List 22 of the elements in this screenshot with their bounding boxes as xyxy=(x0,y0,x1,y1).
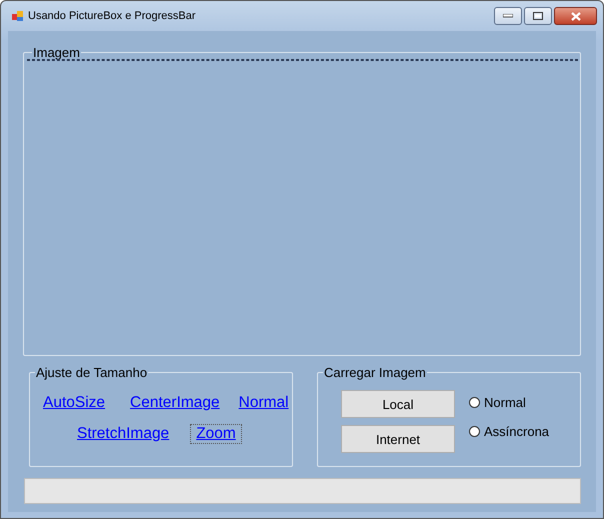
minimize-icon xyxy=(503,14,513,18)
link[interactable]: Normal xyxy=(232,393,295,413)
radio-button[interactable] xyxy=(469,397,480,408)
link[interactable]: StretchImage xyxy=(71,424,176,444)
load-button[interactable]: Internet xyxy=(341,425,455,453)
group-title: Imagem xyxy=(32,45,81,60)
close-button[interactable] xyxy=(554,7,597,25)
group-title: Carregar Imagem xyxy=(323,365,427,380)
close-icon xyxy=(570,12,580,20)
maximize-icon xyxy=(533,12,543,20)
load-button[interactable]: Local xyxy=(341,390,455,418)
radio-label[interactable]: Assíncrona xyxy=(484,424,550,439)
radio-label[interactable]: Normal xyxy=(484,395,526,410)
window-title: Usando PictureBox e ProgressBar xyxy=(28,10,196,22)
group-title: Ajuste de Tamanho xyxy=(35,365,148,380)
link[interactable]: CenterImage xyxy=(124,393,226,413)
app-icon xyxy=(12,10,24,22)
link[interactable]: AutoSize xyxy=(37,393,112,413)
minimize-button[interactable] xyxy=(494,7,522,25)
maximize-button[interactable] xyxy=(524,7,552,25)
radio-button[interactable] xyxy=(469,426,480,437)
link[interactable]: Zoom xyxy=(190,424,242,444)
